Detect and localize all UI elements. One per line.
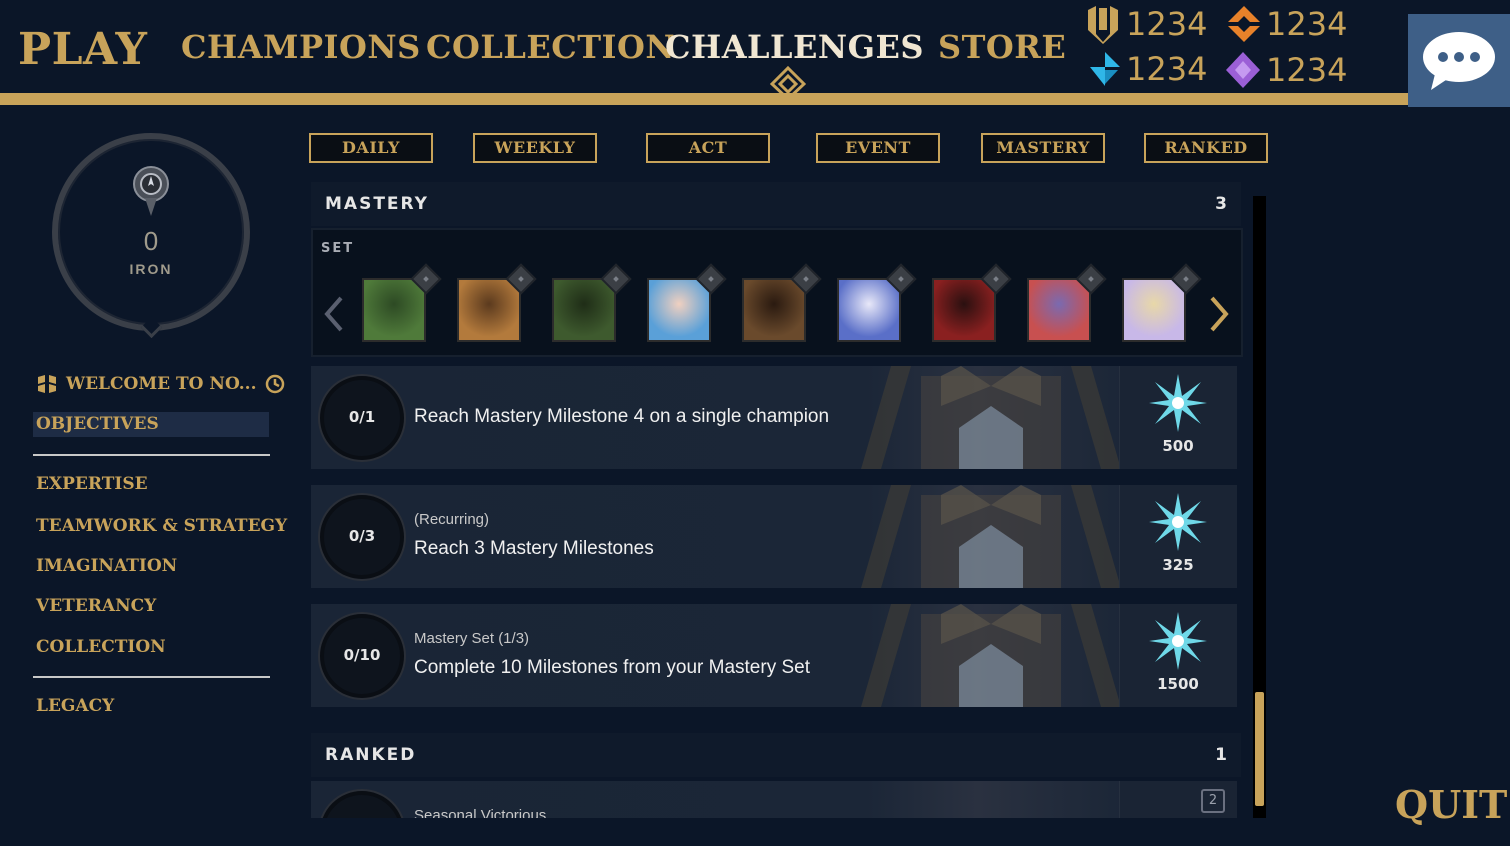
chat-button[interactable]	[1408, 14, 1510, 107]
card-crest-decoration	[861, 485, 1121, 588]
filter-event-button[interactable]: EVENT	[816, 133, 940, 163]
sidebar-item-objectives[interactable]: OBJECTIVES	[33, 412, 269, 437]
objective-card[interactable]: 0/3 (Recurring) Reach 3 Mastery Mileston…	[311, 485, 1237, 588]
filter-act-button[interactable]: ACT	[646, 133, 770, 163]
reward-value: 1500	[1157, 675, 1199, 693]
blue-essence-icon	[1090, 52, 1120, 86]
mastery-section-count: 3	[1215, 194, 1227, 214]
card-crest-decoration	[861, 604, 1121, 707]
sidebar-item-veterancy[interactable]: VETERANCY	[36, 596, 156, 616]
reward-value: 325	[1162, 556, 1194, 574]
nav-gold-divider	[0, 93, 1408, 105]
scrollbar-thumb[interactable]	[1255, 692, 1264, 806]
nav-challenges[interactable]: CHALLENGES	[665, 28, 924, 66]
sidebar-item-imagination[interactable]: IMAGINATION	[36, 556, 177, 576]
ranked-section-title: RANKED	[325, 745, 417, 765]
mastery-section-title: MASTERY	[325, 194, 429, 214]
chevron-right-icon[interactable]	[1206, 294, 1232, 334]
currency-mythic-essence-value: 1234	[1266, 51, 1348, 89]
objective-title: Reach 3 Mastery Milestones	[414, 538, 654, 559]
nav-play[interactable]: PLAY	[18, 24, 147, 75]
currency-blue-essence-value: 1234	[1126, 50, 1208, 88]
currency-orange-essence: 1234	[1226, 4, 1347, 44]
nav-store[interactable]: STORE	[938, 28, 1066, 66]
filter-daily-button[interactable]: DAILY	[309, 133, 433, 163]
challenge-points-star-icon	[1149, 374, 1207, 432]
welcome-event-title[interactable]: WELCOME TO NO...	[36, 374, 285, 394]
objective-subtitle: Seasonal Victorious	[414, 807, 547, 818]
currency-blue-essence: 1234	[1088, 50, 1207, 88]
champion-portrait[interactable]	[457, 278, 521, 342]
progress-circle	[320, 791, 404, 818]
champion-portrait[interactable]	[647, 278, 711, 342]
sidebar-divider	[33, 676, 270, 678]
mythic-essence-icon	[1226, 52, 1260, 88]
filter-ranked-button[interactable]: RANKED	[1144, 133, 1268, 163]
objective-subtitle: Mastery Set (1/3)	[414, 630, 530, 647]
orange-essence-icon	[1228, 6, 1260, 42]
ranked-section-count: 1	[1215, 745, 1227, 765]
ranked-section-header[interactable]: RANKED 1	[311, 733, 1241, 777]
honor-icon	[1088, 6, 1118, 44]
progress-circle: 0/1	[320, 376, 404, 460]
objective-subtitle: (Recurring)	[414, 511, 490, 528]
rank-tier-name: IRON	[129, 261, 173, 277]
objective-title: Complete 10 Milestones from your Mastery…	[414, 657, 810, 678]
champion-portrait[interactable]	[1027, 278, 1091, 342]
sidebar-item-teamwork-strategy[interactable]: TEAMWORK & STRATEGY	[36, 516, 287, 536]
objective-card-partial[interactable]: Seasonal Victorious 2	[311, 781, 1237, 818]
progress-text: 0/10	[343, 646, 381, 664]
champion-portrait[interactable]	[362, 278, 426, 342]
iron-rank-crest-icon	[133, 166, 169, 216]
champion-portrait[interactable]	[552, 278, 616, 342]
card-crest-decoration	[861, 366, 1121, 469]
reward-value: 500	[1162, 437, 1194, 455]
top-navigation-bar: PLAY CHAMPIONS COLLECTION CHALLENGES STO…	[0, 0, 1408, 106]
currency-mythic-essence: 1234	[1224, 50, 1347, 90]
progress-circle: 0/10	[320, 614, 404, 698]
progress-text: 0/3	[348, 527, 376, 545]
sidebar-item-expertise[interactable]: EXPERTISE	[36, 474, 148, 494]
nav-collection[interactable]: COLLECTION	[426, 28, 675, 66]
champion-portrait[interactable]	[742, 278, 806, 342]
champion-portrait[interactable]	[837, 278, 901, 342]
mastery-set-label: SET	[321, 241, 355, 256]
challenge-points-star-icon	[1149, 612, 1207, 670]
quit-button[interactable]: QUIT	[1395, 782, 1507, 827]
stack-count-badge: 2	[1201, 789, 1225, 813]
objective-card[interactable]: 0/10 Mastery Set (1/3) Complete 10 Miles…	[311, 604, 1237, 707]
objective-title: Reach Mastery Milestone 4 on a single ch…	[414, 406, 830, 427]
sidebar-item-collection[interactable]: COLLECTION	[36, 637, 166, 657]
rank-level-value: 0	[143, 226, 159, 256]
progress-circle: 0/3	[320, 495, 404, 579]
chevron-left-icon[interactable]	[321, 294, 347, 334]
nav-champions[interactable]: CHAMPIONS	[181, 28, 421, 66]
welcome-label: WELCOME TO NO...	[66, 374, 257, 394]
challenge-points-star-icon	[1149, 493, 1207, 551]
currency-honor: 1234	[1084, 4, 1207, 44]
currency-honor-value: 1234	[1126, 5, 1208, 43]
chat-bubble-icon	[1423, 31, 1495, 90]
sidebar-divider	[33, 454, 270, 456]
champion-portrait[interactable]	[932, 278, 996, 342]
filter-mastery-button[interactable]: MASTERY	[981, 133, 1105, 163]
event-emblem-icon	[38, 375, 56, 393]
progress-text: 0/1	[348, 408, 376, 426]
currency-orange-essence-value: 1234	[1266, 5, 1348, 43]
objective-card[interactable]: 0/1 Reach Mastery Milestone 4 on a singl…	[311, 366, 1237, 469]
timer-icon	[265, 374, 284, 394]
champion-portrait[interactable]	[1122, 278, 1186, 342]
mastery-set-panel: SET	[311, 228, 1243, 357]
sidebar-item-legacy[interactable]: LEGACY	[36, 696, 114, 716]
filter-weekly-button[interactable]: WEEKLY	[473, 133, 597, 163]
mastery-section-header[interactable]: MASTERY 3	[311, 182, 1241, 226]
